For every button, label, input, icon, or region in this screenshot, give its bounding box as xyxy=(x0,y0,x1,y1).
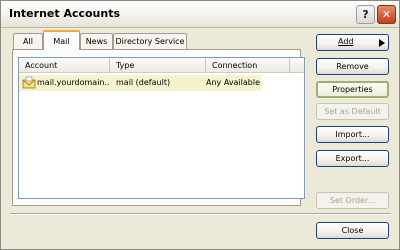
account-connection-cell: Any Available xyxy=(206,78,261,87)
separator-line xyxy=(10,213,391,215)
title-bar[interactable]: Internet Accounts ? ✕ xyxy=(1,1,399,28)
remove-button[interactable]: Remove xyxy=(316,58,389,75)
column-header-connection[interactable]: Connection xyxy=(206,58,290,73)
account-name-cell: mail.yourdomain.... xyxy=(37,78,109,87)
close-button[interactable]: Close xyxy=(316,222,389,239)
window-title: Internet Accounts xyxy=(9,7,121,20)
set-as-default-button[interactable]: Set as Default xyxy=(316,103,389,120)
account-type-cell: mail (default) xyxy=(116,78,171,87)
mail-account-icon xyxy=(22,76,36,89)
tab-directory-service-label: Directory Service xyxy=(115,37,185,46)
table-row[interactable]: mail.yourdomain.... mail (default) Any A… xyxy=(19,75,261,91)
accounts-list[interactable]: Account Type Connection mail.yourdomain.… xyxy=(18,57,305,199)
tab-news[interactable]: News xyxy=(80,33,113,49)
tab-news-label: News xyxy=(85,37,108,46)
help-icon: ? xyxy=(362,8,369,21)
tab-all[interactable]: All xyxy=(13,33,43,49)
properties-button[interactable]: Properties xyxy=(316,81,389,98)
export-button[interactable]: Export... xyxy=(316,150,389,167)
list-header: Account Type Connection xyxy=(19,58,304,73)
close-icon: ✕ xyxy=(381,8,392,21)
add-button[interactable]: Add xyxy=(316,34,389,51)
import-button[interactable]: Import... xyxy=(316,126,389,143)
chevron-right-icon xyxy=(379,39,385,47)
help-button[interactable]: ? xyxy=(356,5,375,24)
tab-mail-label: Mail xyxy=(53,36,70,46)
set-order-button[interactable]: Set Order... xyxy=(316,192,389,209)
add-button-label: Add xyxy=(338,37,354,46)
column-header-type[interactable]: Type xyxy=(110,58,206,73)
tab-mail[interactable]: Mail xyxy=(43,30,80,50)
column-header-account[interactable]: Account xyxy=(19,58,110,73)
internet-accounts-dialog: Internet Accounts ? ✕ All Mail News Dire… xyxy=(0,0,400,250)
tab-directory-service[interactable]: Directory Service xyxy=(113,33,187,49)
tab-all-label: All xyxy=(23,37,33,46)
close-window-button[interactable]: ✕ xyxy=(377,5,396,24)
